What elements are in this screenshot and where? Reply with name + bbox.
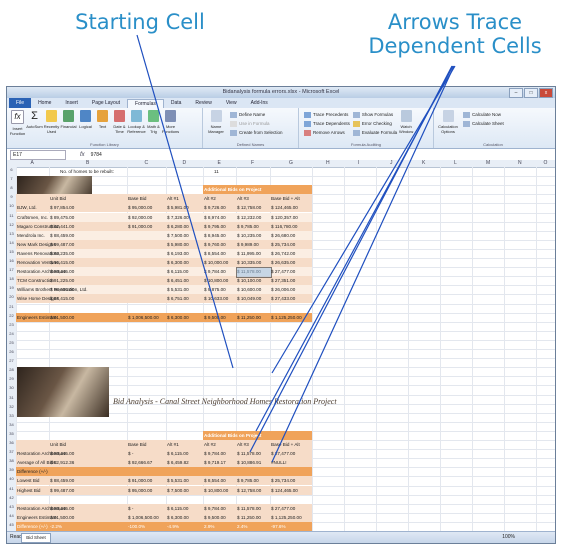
starting-cell-leader-line (136, 34, 234, 369)
dependent-leader-line-3 (271, 65, 455, 463)
dependent-leader-line-2 (255, 65, 454, 432)
annotation-overlay (136, 34, 456, 463)
dependent-leader-line-4 (271, 65, 456, 374)
